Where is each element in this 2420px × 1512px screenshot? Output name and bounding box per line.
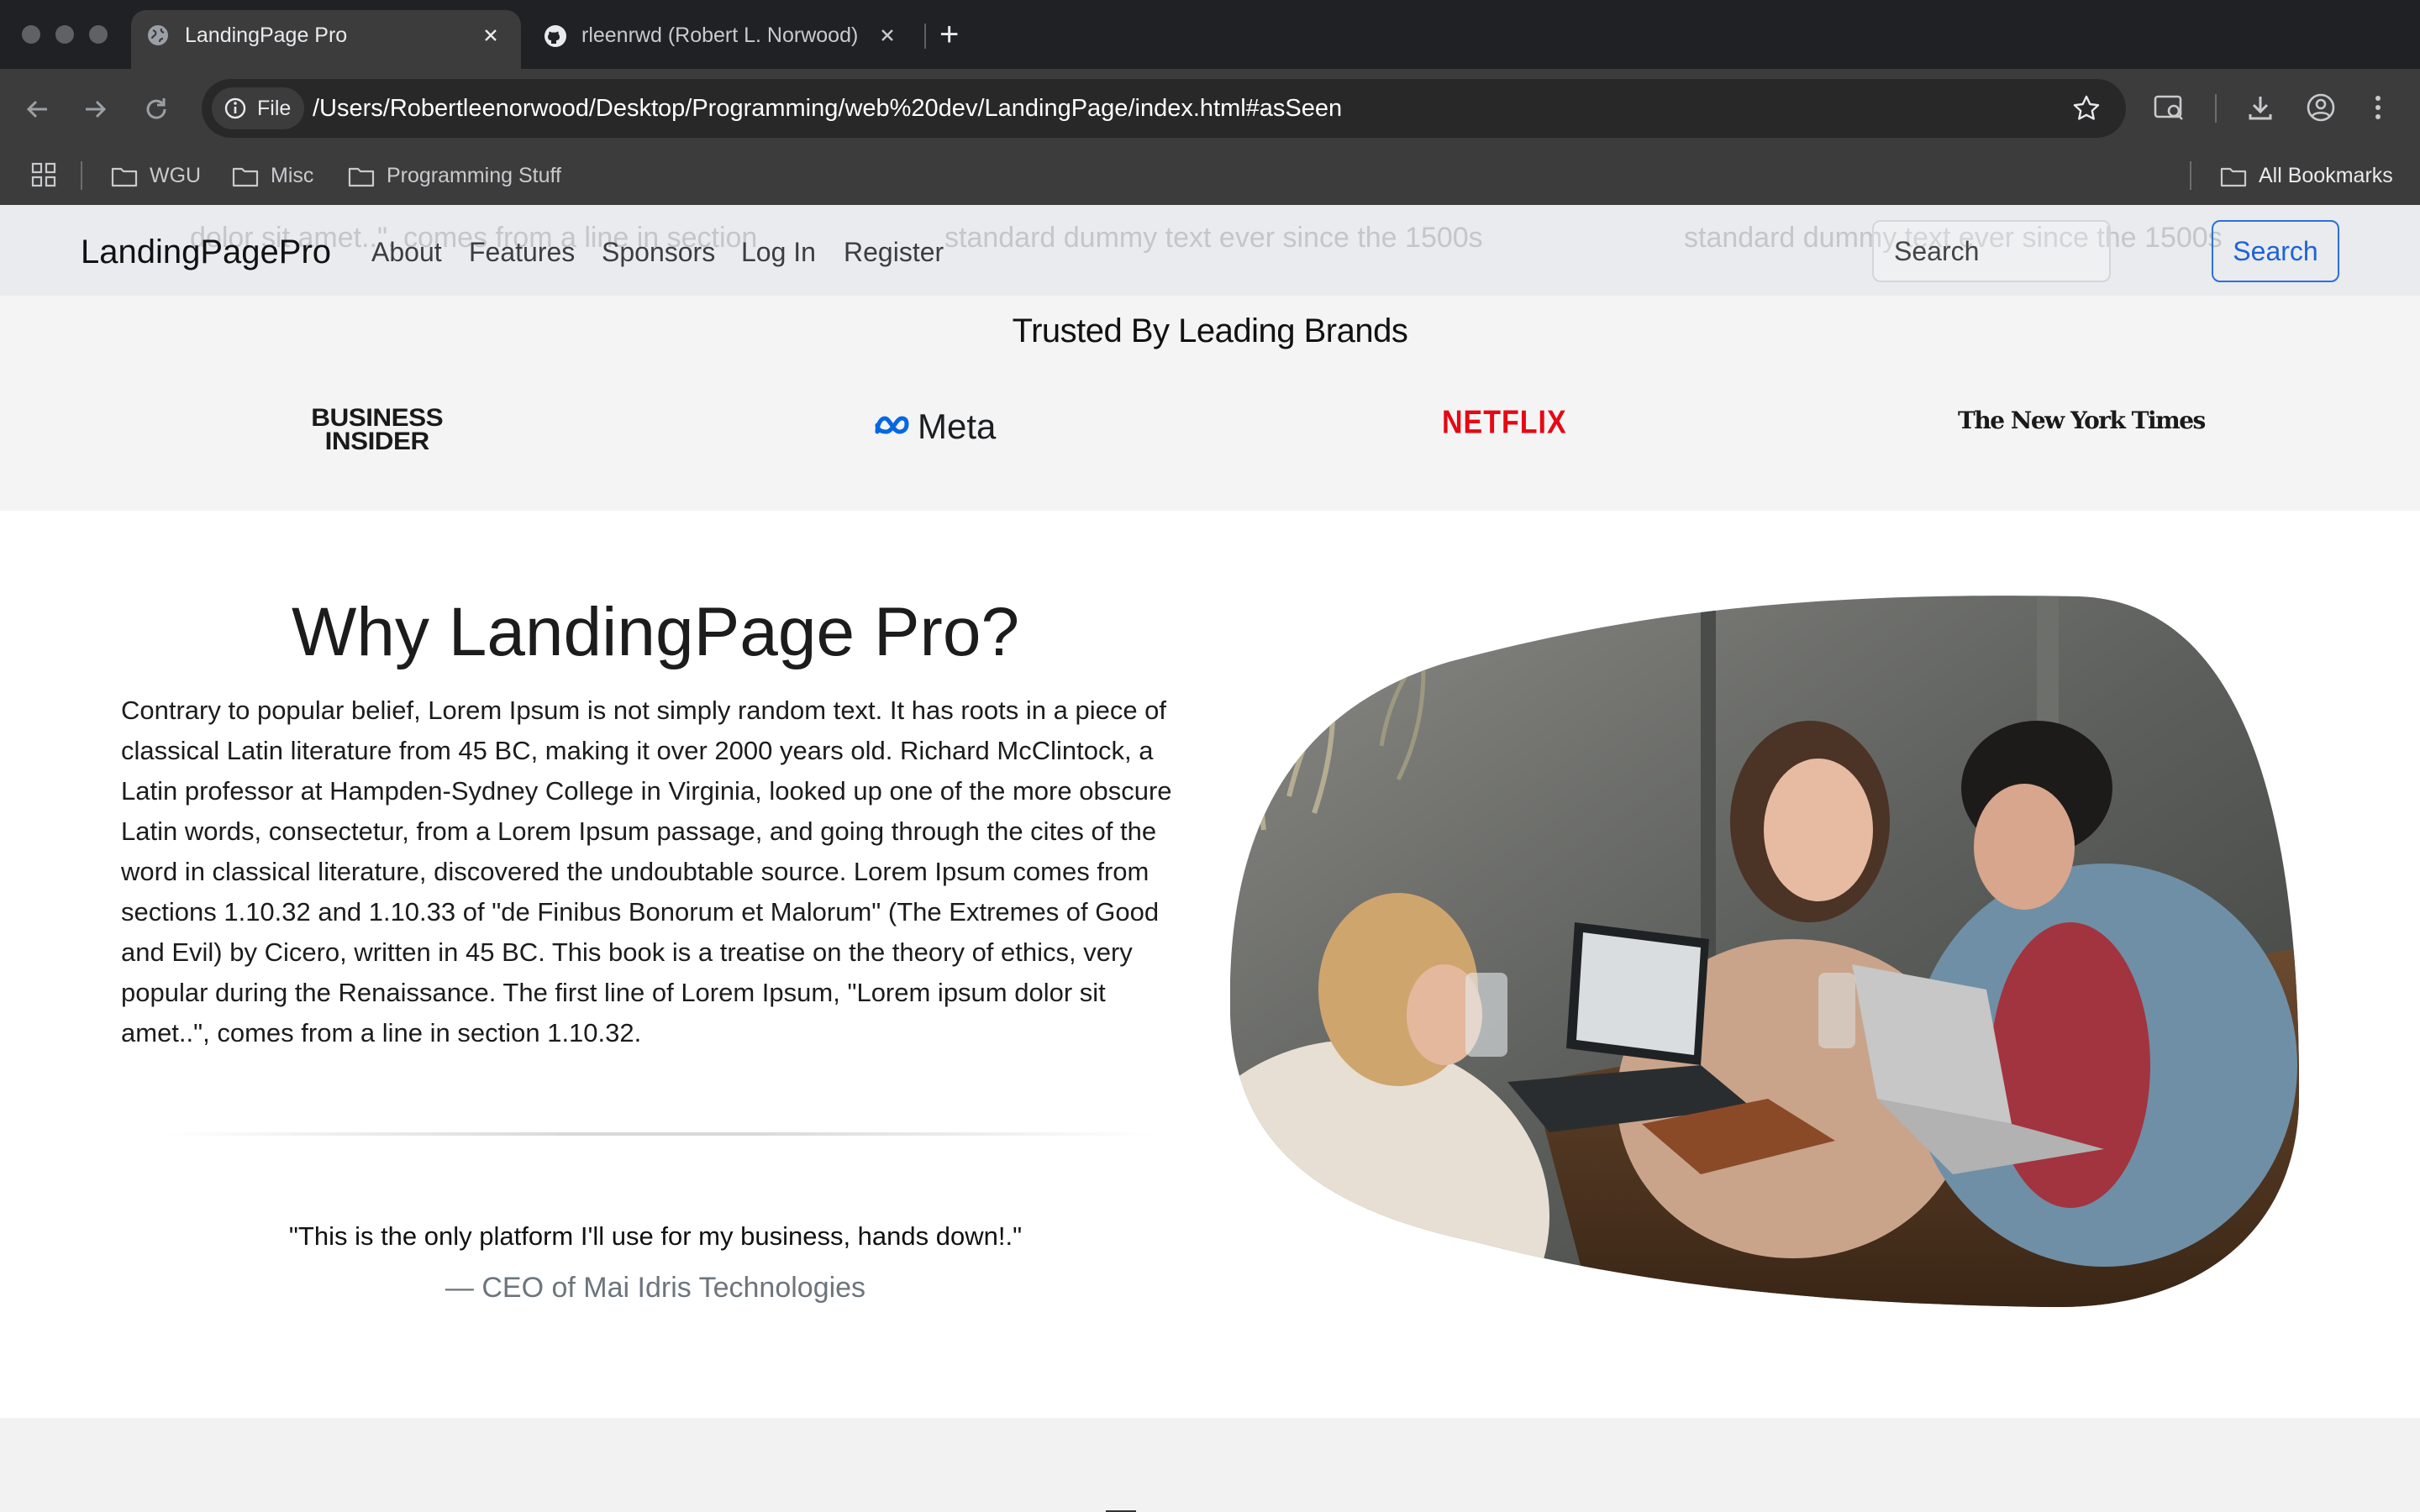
testimonial-quote: "This is the only platform I'll use for … xyxy=(288,1221,1023,1251)
scrolled-content-ghost: standard dummy text ever since the 1500s xyxy=(944,222,1483,254)
trusted-brands-section: Trusted By Leading Brands BUSINESS INSID… xyxy=(0,296,2420,511)
apps-grid-icon[interactable] xyxy=(30,161,57,188)
testimonial-author: — CEO of Mai Idris Technologies xyxy=(445,1272,866,1304)
address-bar[interactable]: File /Users/Robertleenorwood/Desktop/Pro… xyxy=(202,79,2126,138)
bookmark-folder-programming-stuff[interactable]: Programming Stuff xyxy=(348,146,561,205)
bookmark-divider xyxy=(2190,161,2191,190)
nav-link-features[interactable]: Features xyxy=(469,205,575,296)
reload-icon[interactable] xyxy=(141,94,171,124)
window-close-dot[interactable] xyxy=(22,25,40,44)
folder-icon xyxy=(111,165,138,187)
why-paragraph: Contrary to popular belief, Lorem Ipsum … xyxy=(121,696,1172,1047)
profile-icon[interactable] xyxy=(2306,92,2336,123)
business-insider-logo: BUSINESS INSIDER xyxy=(311,404,444,455)
search-button[interactable]: Search xyxy=(2212,220,2339,282)
tab-landingpage-pro[interactable]: LandingPage Pro xyxy=(131,10,521,69)
brands-heading: Trusted By Leading Brands xyxy=(1012,312,1408,349)
folder-icon xyxy=(2220,165,2247,187)
tab-divider xyxy=(924,24,926,49)
info-icon xyxy=(224,97,247,120)
nav-link-log-in[interactable]: Log In xyxy=(741,205,816,296)
new-york-times-logo: The New York Times xyxy=(1958,407,2206,434)
nav-link-register[interactable]: Register xyxy=(844,205,944,296)
new-tab-button[interactable]: + xyxy=(939,12,959,57)
bookmarks-bar: WGU Misc Programming Stuff All Bookmarks xyxy=(0,146,2420,205)
globe-icon xyxy=(146,24,170,47)
tab-github[interactable]: rleenrwd (Robert L. Norwood) xyxy=(528,10,918,69)
nav-link-about[interactable]: About xyxy=(371,205,442,296)
why-heading: Why LandingPage Pro? xyxy=(291,594,1020,670)
folder-icon xyxy=(232,165,259,187)
url-text[interactable]: /Users/Robertleenorwood/Desktop/Programm… xyxy=(313,79,1342,138)
close-icon[interactable] xyxy=(876,24,899,47)
forward-icon[interactable] xyxy=(81,94,111,124)
download-icon[interactable] xyxy=(2245,92,2275,123)
tab-search-icon[interactable] xyxy=(2153,92,2186,123)
folder-icon xyxy=(348,165,375,187)
bookmark-divider xyxy=(81,161,82,190)
section-divider xyxy=(165,1132,1153,1136)
site-navbar: dolor sit amet..", comes from a line in … xyxy=(0,205,2420,296)
bookmark-folder-wgu[interactable]: WGU xyxy=(111,146,201,205)
site-info-chip[interactable]: File xyxy=(212,87,304,129)
nav-link-sponsors[interactable]: Sponsors xyxy=(602,205,715,296)
all-bookmarks-button[interactable]: All Bookmarks xyxy=(2220,146,2393,205)
search-input[interactable] xyxy=(1872,220,2111,282)
next-section-band xyxy=(0,1418,2420,1512)
browser-toolbar: File /Users/Robertleenorwood/Desktop/Pro… xyxy=(0,69,2420,146)
web-page: dolor sit amet..", comes from a line in … xyxy=(0,205,2420,1512)
close-icon[interactable] xyxy=(479,24,502,47)
bookmark-folder-misc[interactable]: Misc xyxy=(232,146,313,205)
browser-tab-strip: LandingPage Pro rleenrwd (Robert L. Norw… xyxy=(0,0,2420,69)
netflix-logo: NETFLIX xyxy=(1442,404,1567,441)
back-icon[interactable] xyxy=(22,94,52,124)
toolbar-divider xyxy=(2215,94,2217,123)
tab-title: rleenrwd (Robert L. Norwood) xyxy=(581,24,859,47)
github-icon xyxy=(543,24,568,49)
bookmark-star-icon[interactable] xyxy=(2072,94,2101,123)
window-zoom-dot[interactable] xyxy=(89,25,108,44)
kebab-menu-icon[interactable] xyxy=(2371,92,2385,123)
meta-infinity-icon xyxy=(872,412,913,440)
brand-link[interactable]: LandingPagePro xyxy=(81,205,331,296)
team-meeting-photo xyxy=(1230,595,2301,1307)
tab-title: LandingPage Pro xyxy=(185,24,348,47)
site-info-label: File xyxy=(257,97,292,120)
window-minimize-dot[interactable] xyxy=(55,25,74,44)
